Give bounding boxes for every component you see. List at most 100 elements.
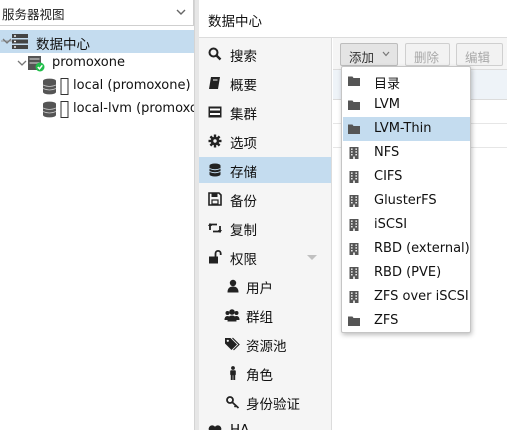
folder-icon bbox=[348, 316, 360, 326]
add-button[interactable]: 添加 bbox=[340, 43, 398, 66]
tree-node-storage-local[interactable]: local (promoxone) bbox=[0, 75, 194, 98]
menu-item-label: CIFS bbox=[374, 169, 403, 184]
menu-item-label: GlusterFS bbox=[374, 193, 437, 208]
unlock-icon bbox=[209, 250, 222, 264]
nav-item-search[interactable]: 搜索 bbox=[199, 41, 331, 67]
menu-item-rbd-external[interactable]: RBD (external) bbox=[343, 237, 470, 261]
edit-button-label: 编辑 bbox=[465, 50, 491, 65]
save-icon bbox=[208, 192, 222, 206]
tree-node-label: local-lvm (promoxone) bbox=[73, 101, 194, 116]
menu-item-label: ZFS bbox=[374, 313, 399, 328]
nav-item-cluster[interactable]: 集群 bbox=[199, 99, 331, 125]
nav-item-authentication[interactable]: 身份验证 bbox=[199, 389, 331, 415]
nav-item-label: 概要 bbox=[230, 78, 257, 94]
building-icon bbox=[349, 171, 359, 183]
delete-button[interactable]: 删除 bbox=[405, 43, 450, 66]
add-button-label: 添加 bbox=[349, 50, 375, 65]
menu-item-label: LVM-Thin bbox=[374, 121, 432, 136]
database-icon bbox=[209, 163, 221, 177]
menu-item-glusterfs[interactable]: GlusterFS bbox=[343, 189, 470, 213]
chevron-down-icon bbox=[382, 51, 390, 57]
user-icon bbox=[227, 279, 239, 293]
nav-item-label: 权限 bbox=[230, 252, 257, 268]
tags-icon bbox=[225, 337, 240, 351]
nav-item-label: 身份验证 bbox=[246, 397, 300, 413]
tree-node-label: 数据中心 bbox=[36, 37, 90, 53]
server-online-icon bbox=[28, 56, 45, 72]
menu-item-directory[interactable]: 目录 bbox=[343, 69, 470, 93]
building-icon bbox=[349, 291, 359, 303]
nav-item-label: 集群 bbox=[230, 107, 257, 123]
menu-item-zfs-over-iscsi[interactable]: ZFS over iSCSI bbox=[343, 285, 470, 309]
male-icon bbox=[230, 366, 236, 380]
config-nav: 搜索 概要 集群 选项 存储 备份 复制 权限 用户 群组 资源池 角色 身份验… bbox=[199, 38, 332, 430]
menu-item-label: RBD (external) bbox=[374, 241, 470, 256]
building-icon bbox=[349, 147, 359, 159]
folder-icon bbox=[348, 76, 360, 86]
expand-caret-icon[interactable] bbox=[307, 255, 317, 260]
retweet-icon bbox=[208, 223, 222, 233]
nav-item-roles[interactable]: 角色 bbox=[199, 360, 331, 386]
menu-item-rbd-pve[interactable]: RBD (PVE) bbox=[343, 261, 470, 285]
key-icon bbox=[226, 396, 240, 409]
nav-item-label: 角色 bbox=[246, 368, 273, 384]
nav-item-storage[interactable]: 存储 bbox=[199, 157, 331, 183]
menu-item-label: 目录 bbox=[374, 77, 401, 92]
menu-item-label: iSCSI bbox=[374, 217, 408, 232]
gear-icon bbox=[208, 134, 222, 148]
nav-item-options[interactable]: 选项 bbox=[199, 128, 331, 154]
menu-item-lvm[interactable]: LVM bbox=[343, 93, 470, 117]
storage-icon bbox=[42, 101, 69, 118]
view-selector[interactable]: 服务器视图 bbox=[0, 0, 194, 26]
edit-button[interactable]: 编辑 bbox=[456, 43, 503, 66]
tree-node-datacenter[interactable]: 数据中心 bbox=[0, 30, 194, 53]
tree-node-label: promoxone bbox=[52, 55, 125, 70]
cluster-icon bbox=[208, 106, 222, 118]
tree-node-label: local (promoxone) bbox=[73, 78, 191, 93]
menu-item-label: NFS bbox=[374, 145, 400, 160]
tree-node-server[interactable]: promoxone bbox=[0, 52, 194, 75]
menu-item-zfs[interactable]: ZFS bbox=[343, 309, 470, 333]
menu-item-label: LVM bbox=[374, 97, 400, 112]
nav-item-label: 搜索 bbox=[230, 49, 257, 65]
add-storage-menu: 目录 LVM LVM-Thin NFS CIFS GlusterFS iSCSI… bbox=[341, 66, 471, 333]
users-icon bbox=[224, 309, 240, 322]
nav-item-label: 资源池 bbox=[246, 339, 287, 355]
resource-tree-panel: 服务器视图 数据中心 promoxone local (promoxone) l… bbox=[0, 0, 194, 430]
nav-item-users[interactable]: 用户 bbox=[199, 273, 331, 299]
chevron-down-icon bbox=[176, 9, 186, 15]
menu-item-label: ZFS over iSCSI bbox=[374, 289, 469, 304]
nav-item-pools[interactable]: 资源池 bbox=[199, 331, 331, 357]
menu-item-nfs[interactable]: NFS bbox=[343, 141, 470, 165]
nav-item-label: 选项 bbox=[230, 136, 257, 152]
nav-item-label: 备份 bbox=[230, 194, 257, 210]
datacenter-icon bbox=[12, 34, 28, 49]
page-title: 数据中心 bbox=[208, 14, 262, 30]
building-icon bbox=[349, 243, 359, 255]
search-icon bbox=[208, 47, 222, 61]
nav-item-summary[interactable]: 概要 bbox=[199, 70, 331, 96]
nav-item-label: 存储 bbox=[230, 165, 257, 181]
folder-icon bbox=[348, 124, 360, 134]
delete-button-label: 删除 bbox=[414, 50, 440, 65]
storage-icon bbox=[42, 78, 69, 95]
nav-item-label: 用户 bbox=[246, 281, 273, 297]
menu-item-iscsi[interactable]: iSCSI bbox=[343, 213, 470, 237]
view-selector-value: 服务器视图 bbox=[2, 7, 65, 22]
nav-item-replication[interactable]: 复制 bbox=[199, 215, 331, 241]
nav-item-ha[interactable]: HA bbox=[199, 418, 331, 430]
folder-icon bbox=[348, 100, 360, 110]
nav-item-permissions[interactable]: 权限 bbox=[199, 244, 331, 270]
building-icon bbox=[349, 195, 359, 207]
menu-item-label: RBD (PVE) bbox=[374, 265, 442, 280]
tree-node-storage-local-lvm[interactable]: local-lvm (promoxone) bbox=[0, 98, 194, 121]
heartbeat-icon bbox=[208, 425, 222, 430]
building-icon bbox=[349, 219, 359, 231]
nav-item-backup[interactable]: 备份 bbox=[199, 186, 331, 212]
menu-item-cifs[interactable]: CIFS bbox=[343, 165, 470, 189]
menu-item-lvm-thin[interactable]: LVM-Thin bbox=[343, 117, 470, 141]
book-icon bbox=[209, 77, 220, 89]
nav-item-label: 群组 bbox=[246, 310, 273, 326]
building-icon bbox=[349, 267, 359, 279]
nav-item-groups[interactable]: 群组 bbox=[199, 302, 331, 328]
